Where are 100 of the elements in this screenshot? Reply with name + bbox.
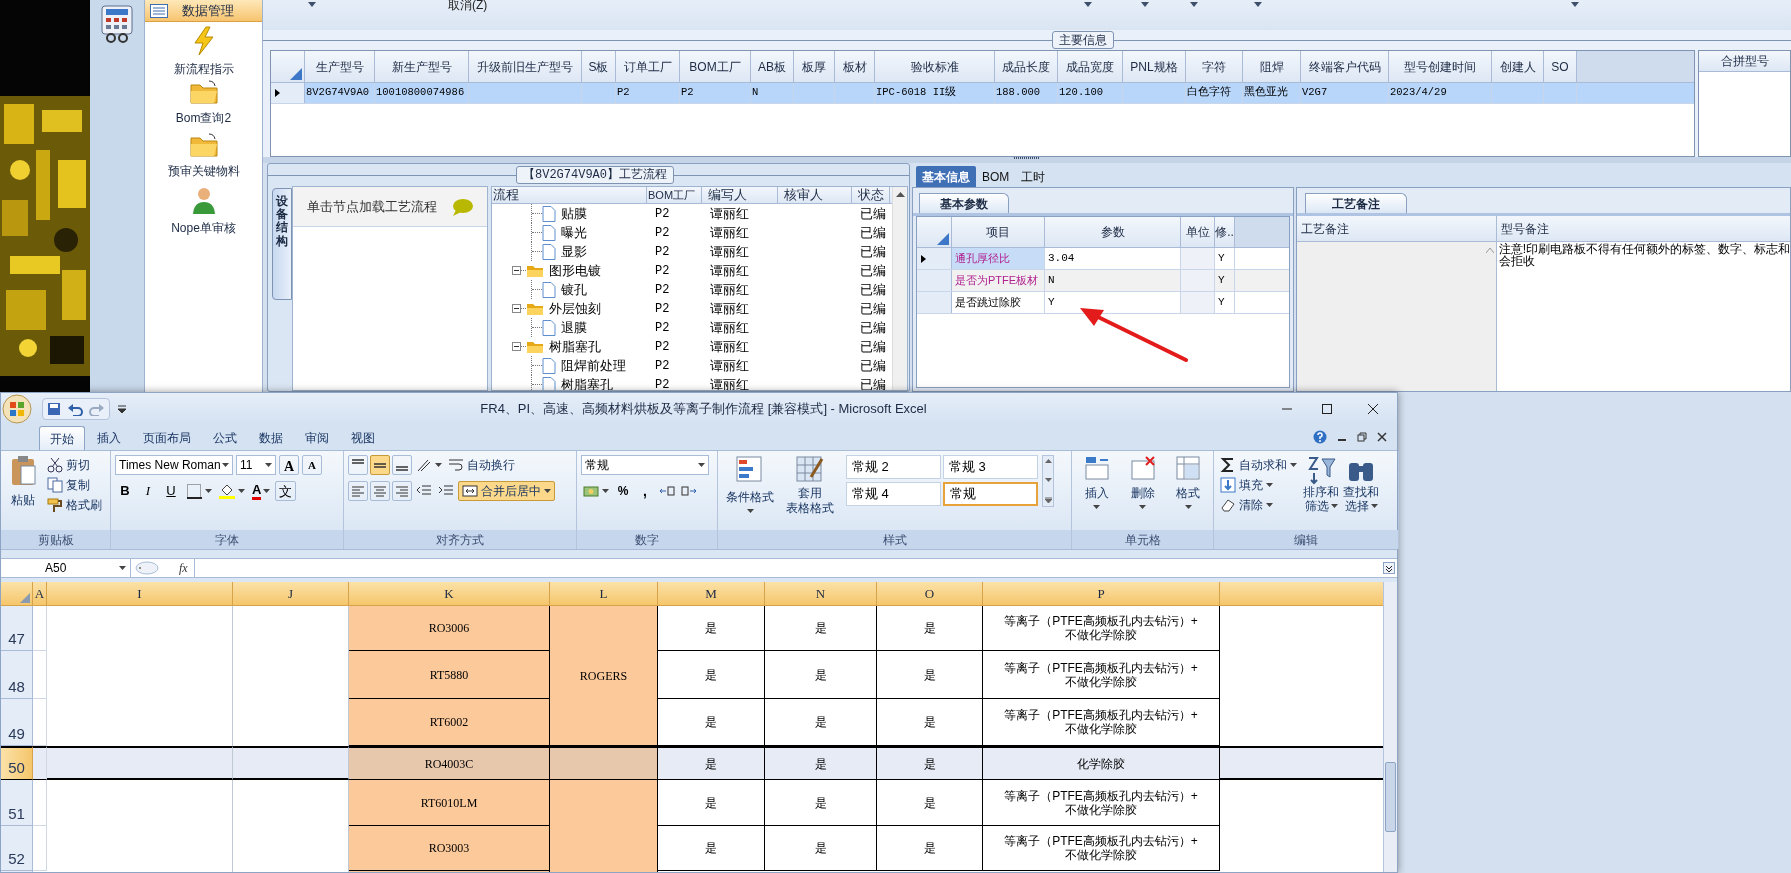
tab[interactable]: 基本参数 <box>919 193 1009 213</box>
paste-button[interactable]: 粘贴 <box>5 455 41 530</box>
column-header[interactable]: 订单工厂 <box>616 51 680 82</box>
help-icon[interactable] <box>1313 430 1327 444</box>
align-button[interactable] <box>348 481 368 501</box>
ribbon-tab[interactable]: 开始 <box>39 426 85 450</box>
row-header[interactable]: 52 <box>1 826 33 871</box>
column-header[interactable]: S板 <box>582 51 616 82</box>
cell-style[interactable]: 常规 4 <box>846 482 941 506</box>
office-button[interactable] <box>2 393 32 424</box>
tab[interactable]: BOM <box>976 166 1016 187</box>
collapse-icon[interactable] <box>512 342 521 351</box>
row-header[interactable]: 49 <box>1 699 33 746</box>
column-header[interactable]: P <box>983 582 1220 606</box>
undo-icon[interactable] <box>67 401 83 416</box>
tab[interactable]: 工艺备注 <box>1304 193 1407 213</box>
underline-button[interactable]: U <box>161 481 181 501</box>
cancel-button[interactable]: 取消(Z) <box>448 0 488 14</box>
grow-font-button[interactable]: A <box>279 455 299 475</box>
autosum-button[interactable]: 自动求和 <box>1218 455 1299 475</box>
close-icon[interactable] <box>1367 402 1379 415</box>
row-header[interactable]: 48 <box>1 651 33 699</box>
collapse-icon[interactable] <box>512 304 521 313</box>
column-header[interactable]: 状态 <box>852 187 890 203</box>
column-header[interactable]: 创建人 <box>1492 51 1544 82</box>
column-header[interactable]: I <box>47 582 233 606</box>
column-header[interactable]: PNL规格 <box>1123 51 1186 82</box>
calculator-icon[interactable] <box>99 4 135 44</box>
collapse-icon[interactable] <box>512 266 521 275</box>
ribbon-tab[interactable]: 数据 <box>249 426 293 450</box>
column-header[interactable]: 成品宽度 <box>1058 51 1123 82</box>
cell-style[interactable]: 常规 3 <box>943 455 1038 479</box>
grid-row[interactable]: 8V2G74V9A0 10010800074986 P2 P2 N IPC-6018 II级 188.000 120.100 白色字符 黑色亚光 V2G7 2023/4/29 <box>271 83 1694 104</box>
tab[interactable]: 基本信息 <box>916 166 976 187</box>
splitter-grip-icon[interactable] <box>135 561 159 575</box>
vertical-align-button[interactable] <box>370 455 390 475</box>
column-header[interactable]: 验收标准 <box>875 51 995 82</box>
tab[interactable]: 工时 <box>1015 166 1052 187</box>
column-header[interactable]: 字符 <box>1186 51 1243 82</box>
customize-icon[interactable] <box>118 404 126 413</box>
vertical-align-button[interactable] <box>348 455 368 475</box>
close-icon[interactable] <box>1377 432 1387 442</box>
ribbon-tab[interactable]: 审阅 <box>295 426 339 450</box>
notes-field[interactable]: 注意!印刷电路板不得有任何额外的标签、数字、标志和 会拒收 <box>1496 242 1790 391</box>
column-header[interactable]: O <box>877 582 983 606</box>
column-header[interactable]: 编写人 <box>702 187 778 203</box>
font-size-field[interactable]: 11 <box>236 455 276 475</box>
find-select-button[interactable]: 查找和 选择 <box>1343 455 1379 530</box>
tree-row[interactable]: 退膜 P2 谭丽红 已编 <box>492 318 892 337</box>
tree-row[interactable]: 树脂塞孔 P2 谭丽红 已编 <box>492 337 892 356</box>
scroll-down-icon[interactable] <box>1044 478 1052 482</box>
wrap-text-button[interactable]: 自动换行 <box>446 455 517 475</box>
column-header[interactable]: 合拼型号 <box>1699 51 1790 72</box>
tree-row[interactable]: 阻焊前处理 P2 谭丽红 已编 <box>492 356 892 375</box>
tree-row[interactable]: 镀孔 P2 谭丽红 已编 <box>492 280 892 299</box>
align-button[interactable] <box>370 481 390 501</box>
comma-button[interactable]: , <box>635 481 655 501</box>
side-tab[interactable]: 设备结构 <box>272 188 292 300</box>
clear-button[interactable]: 清除 <box>1218 495 1299 515</box>
grid-row[interactable]: 是否为PTFE板材 N Y <box>917 270 1289 292</box>
insert-function-button[interactable]: fx <box>179 559 188 577</box>
phonetic-button[interactable]: 文 <box>275 481 297 501</box>
row-header[interactable]: 51 <box>1 780 33 826</box>
nav-item[interactable]: 预审关键物料 <box>145 128 262 181</box>
column-header[interactable]: 型号备注 <box>1496 216 1790 241</box>
vertical-align-button[interactable] <box>392 455 412 475</box>
italic-button[interactable]: I <box>138 481 158 501</box>
tree-row[interactable]: 显影 P2 谭丽红 已编 <box>492 242 892 261</box>
column-header[interactable]: 成品长度 <box>995 51 1058 82</box>
column-header[interactable]: 板材 <box>835 51 875 82</box>
tree-row[interactable]: 曝光 P2 谭丽红 已编 <box>492 223 892 242</box>
conditional-format-button[interactable]: 条件格式 <box>722 455 778 530</box>
dropdown-arrow-icon[interactable] <box>308 2 316 7</box>
table-format-button[interactable]: 套用 表格格式 <box>782 455 838 530</box>
more-icon[interactable] <box>1044 497 1052 503</box>
merge-center-button[interactable]: 合并后居中 <box>458 481 555 501</box>
name-box[interactable]: A50 <box>1 559 131 577</box>
nav-item[interactable]: Nope单审核 <box>145 181 262 234</box>
row-header[interactable] <box>271 83 305 103</box>
gallery-scroll[interactable] <box>1042 455 1054 507</box>
ribbon-tab[interactable]: 公式 <box>203 426 247 450</box>
grid-row[interactable]: 是否跳过除胶 Y Y <box>917 292 1289 314</box>
borders-button[interactable] <box>184 481 214 501</box>
scroll-up-icon[interactable] <box>895 192 905 197</box>
column-header[interactable]: J <box>233 582 349 606</box>
column-header[interactable]: M <box>658 582 765 606</box>
column-header[interactable]: 阻焊 <box>1243 51 1301 82</box>
nav-header[interactable]: 数据管理 <box>145 0 262 22</box>
nav-item[interactable]: Bom查询2 <box>145 75 262 128</box>
cells-button[interactable]: 插入 <box>1076 455 1118 530</box>
column-header[interactable]: 新生产型号 <box>375 51 469 82</box>
number-format-field[interactable]: 常规 <box>581 455 709 475</box>
column-header[interactable]: 核审人 <box>778 187 852 203</box>
dropdown-arrow-icon[interactable] <box>1141 2 1150 7</box>
column-header[interactable]: 型号创建时间 <box>1389 51 1492 82</box>
column-header[interactable]: 单位 <box>1181 217 1215 247</box>
scroll-up-icon[interactable] <box>1044 459 1052 463</box>
column-header[interactable]: N <box>765 582 877 606</box>
column-header[interactable]: 板厚 <box>794 51 835 82</box>
ribbon-tab[interactable]: 页面布局 <box>133 426 201 450</box>
